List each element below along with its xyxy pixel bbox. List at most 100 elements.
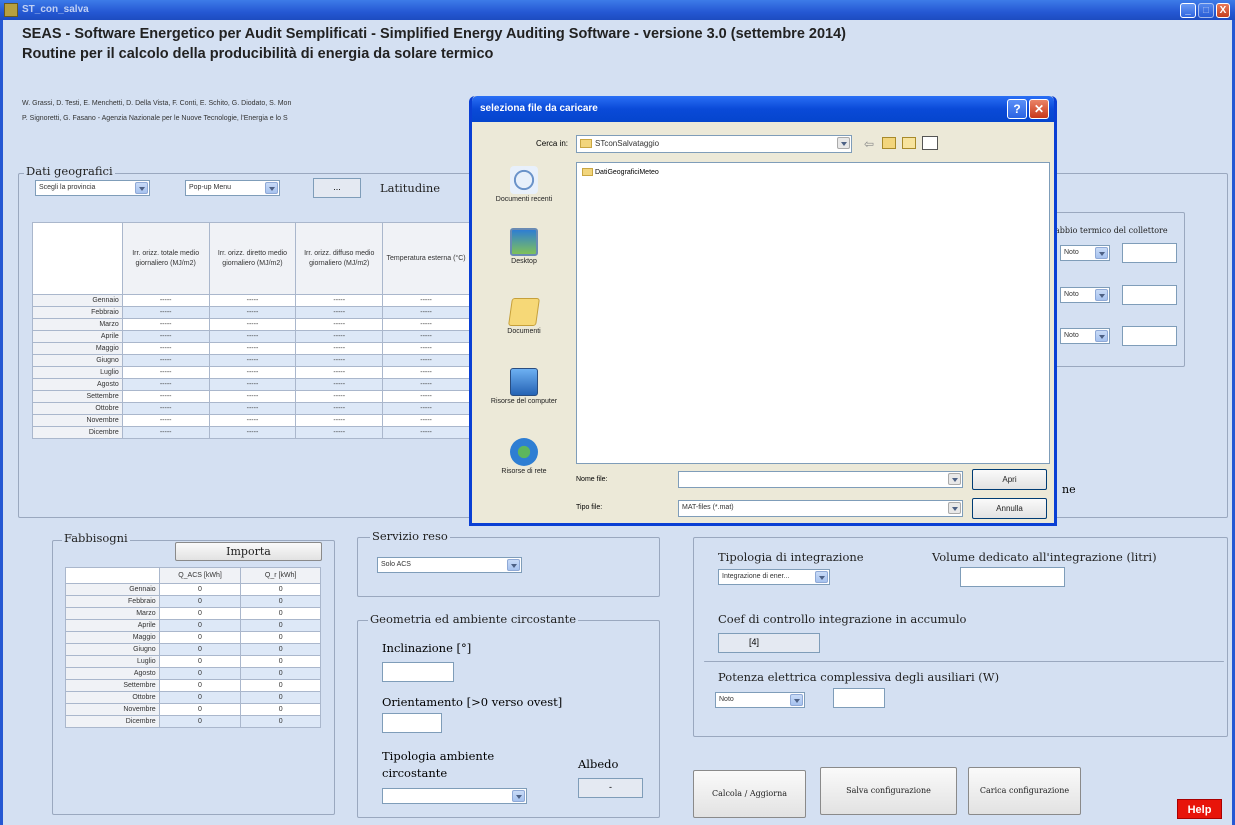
carica-configurazione-button[interactable]: Carica configurazione <box>968 767 1081 815</box>
table-cell[interactable]: 0 <box>240 595 321 608</box>
annulla-button[interactable]: Annulla <box>972 498 1047 519</box>
place-risorse-computer[interactable]: Risorse del computer <box>474 368 574 405</box>
table-cell: ----- <box>121 330 210 343</box>
collettore-dropdown-1[interactable]: Noto <box>1060 245 1110 261</box>
table-cell: ----- <box>208 390 297 403</box>
up-folder-icon[interactable] <box>882 137 896 149</box>
row-header: Gennaio <box>65 583 160 596</box>
file-list[interactable]: DatiGeograficiMeteo <box>576 162 1050 464</box>
orientamento-input[interactable] <box>382 713 442 733</box>
table-cell[interactable]: 0 <box>240 583 321 596</box>
collettore-dropdown-2[interactable]: Noto <box>1060 287 1110 303</box>
help-button[interactable]: Help <box>1177 799 1222 819</box>
volume-input[interactable] <box>960 567 1065 587</box>
table-cell[interactable]: 0 <box>158 655 242 668</box>
table-cell[interactable]: 0 <box>158 667 242 680</box>
window-titlebar[interactable]: ST_con_salva _ □ X <box>0 0 1235 20</box>
servizio-dropdown[interactable]: Solo ACS <box>377 557 522 573</box>
table-cell[interactable]: 0 <box>240 607 321 620</box>
folder-icon <box>580 139 592 149</box>
collettore-input-1[interactable] <box>1122 243 1177 263</box>
row-header: Agosto <box>65 667 160 680</box>
geometria-title: Geometria ed ambiente circostante <box>368 612 579 626</box>
row-header: Novembre <box>65 703 160 716</box>
col-header-irr-diffuso: Irr. orizz. diffuso medio giornaliero (M… <box>295 222 384 295</box>
table-cell[interactable]: 0 <box>158 607 242 620</box>
collettore-input-2[interactable] <box>1122 285 1177 305</box>
table-cell[interactable]: 0 <box>240 679 321 692</box>
row-header: Giugno <box>32 354 123 367</box>
col-header-q-acs: Q_ACS [kWh] <box>158 567 242 584</box>
table-cell[interactable]: 0 <box>158 691 242 704</box>
table-cell[interactable]: 0 <box>240 655 321 668</box>
place-documenti[interactable]: Documenti <box>474 298 574 335</box>
provincia-dropdown[interactable]: Scegli la provincia <box>35 180 150 196</box>
table-row: Aprile ----- ----- ----- ----- <box>32 330 470 343</box>
collettore-dropdown-3-value: Noto <box>1064 332 1079 339</box>
place-documenti-recenti[interactable]: Documenti recenti <box>474 166 574 203</box>
inclinazione-input[interactable] <box>382 662 454 682</box>
table-row: Novembre 0 0 <box>65 703 321 716</box>
dialog-help-button[interactable]: ? <box>1007 99 1027 119</box>
salva-configurazione-button[interactable]: Salva configurazione <box>820 767 957 815</box>
table-cell[interactable]: 0 <box>240 631 321 644</box>
geo-value-box[interactable]: ... <box>313 178 361 198</box>
table-row: Marzo ----- ----- ----- ----- <box>32 318 470 331</box>
tipologia-ambiente-dropdown[interactable] <box>382 788 527 804</box>
minimize-button[interactable]: _ <box>1180 3 1196 18</box>
place-desktop[interactable]: Desktop <box>474 228 574 265</box>
fabb-table-corner <box>65 567 160 584</box>
back-icon[interactable]: ⇦ <box>864 137 874 151</box>
table-cell[interactable]: 0 <box>240 643 321 656</box>
dialog-titlebar[interactable]: seleziona file da caricare ? ✕ <box>472 96 1054 122</box>
dialog-close-button[interactable]: ✕ <box>1029 99 1049 119</box>
recent-documents-icon <box>510 166 538 194</box>
nome-file-input[interactable] <box>678 471 963 488</box>
tipologia-integrazione-dropdown[interactable]: Integrazione di ener... <box>718 569 830 585</box>
table-cell[interactable]: 0 <box>158 595 242 608</box>
table-cell[interactable]: 0 <box>158 679 242 692</box>
dialog-title: seleziona file da caricare <box>480 103 598 114</box>
cerca-in-dropdown[interactable]: STconSalvataggio <box>576 135 852 153</box>
row-header: Maggio <box>65 631 160 644</box>
table-cell[interactable]: 0 <box>240 667 321 680</box>
table-row: Settembre 0 0 <box>65 679 321 692</box>
table-row: Agosto ----- ----- ----- ----- <box>32 378 470 391</box>
table-cell[interactable]: 0 <box>158 643 242 656</box>
table-cell[interactable]: 0 <box>158 619 242 632</box>
table-cell[interactable]: 0 <box>240 703 321 716</box>
table-cell[interactable]: 0 <box>240 715 321 728</box>
collettore-dropdown-3[interactable]: Noto <box>1060 328 1110 344</box>
collettore-input-3[interactable] <box>1122 326 1177 346</box>
popup-menu-dropdown[interactable]: Pop-up Menu <box>185 180 280 196</box>
table-cell[interactable]: 0 <box>158 583 242 596</box>
table-cell[interactable]: 0 <box>158 631 242 644</box>
potenza-dropdown[interactable]: Noto <box>715 692 805 708</box>
list-item[interactable]: DatiGeograficiMeteo <box>582 168 659 176</box>
chevron-down-icon <box>948 473 961 485</box>
desktop-icon <box>510 228 538 256</box>
table-cell[interactable]: 0 <box>240 691 321 704</box>
geo-data-table: Irr. orizz. totale medio giornaliero (MJ… <box>32 222 470 439</box>
table-row: Ottobre 0 0 <box>65 691 321 704</box>
albedo-input[interactable]: - <box>578 778 643 798</box>
app-icon <box>4 3 18 17</box>
place-risorse-rete[interactable]: Risorse di rete <box>474 438 574 475</box>
table-cell: ----- <box>208 414 297 427</box>
apri-button[interactable]: Apri <box>972 469 1047 490</box>
row-header: Febbraio <box>65 595 160 608</box>
maximize-button[interactable]: □ <box>1198 3 1214 18</box>
view-menu-icon[interactable] <box>922 136 938 150</box>
potenza-input[interactable] <box>833 688 885 708</box>
table-cell[interactable]: 0 <box>158 715 242 728</box>
table-row: Settembre ----- ----- ----- ----- <box>32 390 470 403</box>
table-cell[interactable]: 0 <box>158 703 242 716</box>
coef-input[interactable]: [4] <box>718 633 820 653</box>
calcola-aggiorna-button[interactable]: Calcola / Aggiorna <box>693 770 806 818</box>
close-button[interactable]: X <box>1216 3 1230 18</box>
row-header: Giugno <box>65 643 160 656</box>
table-cell[interactable]: 0 <box>240 619 321 632</box>
tipo-file-dropdown[interactable]: MAT-files (*.mat) <box>678 500 963 517</box>
importa-button[interactable]: Importa <box>175 542 322 561</box>
new-folder-icon[interactable] <box>902 137 916 149</box>
